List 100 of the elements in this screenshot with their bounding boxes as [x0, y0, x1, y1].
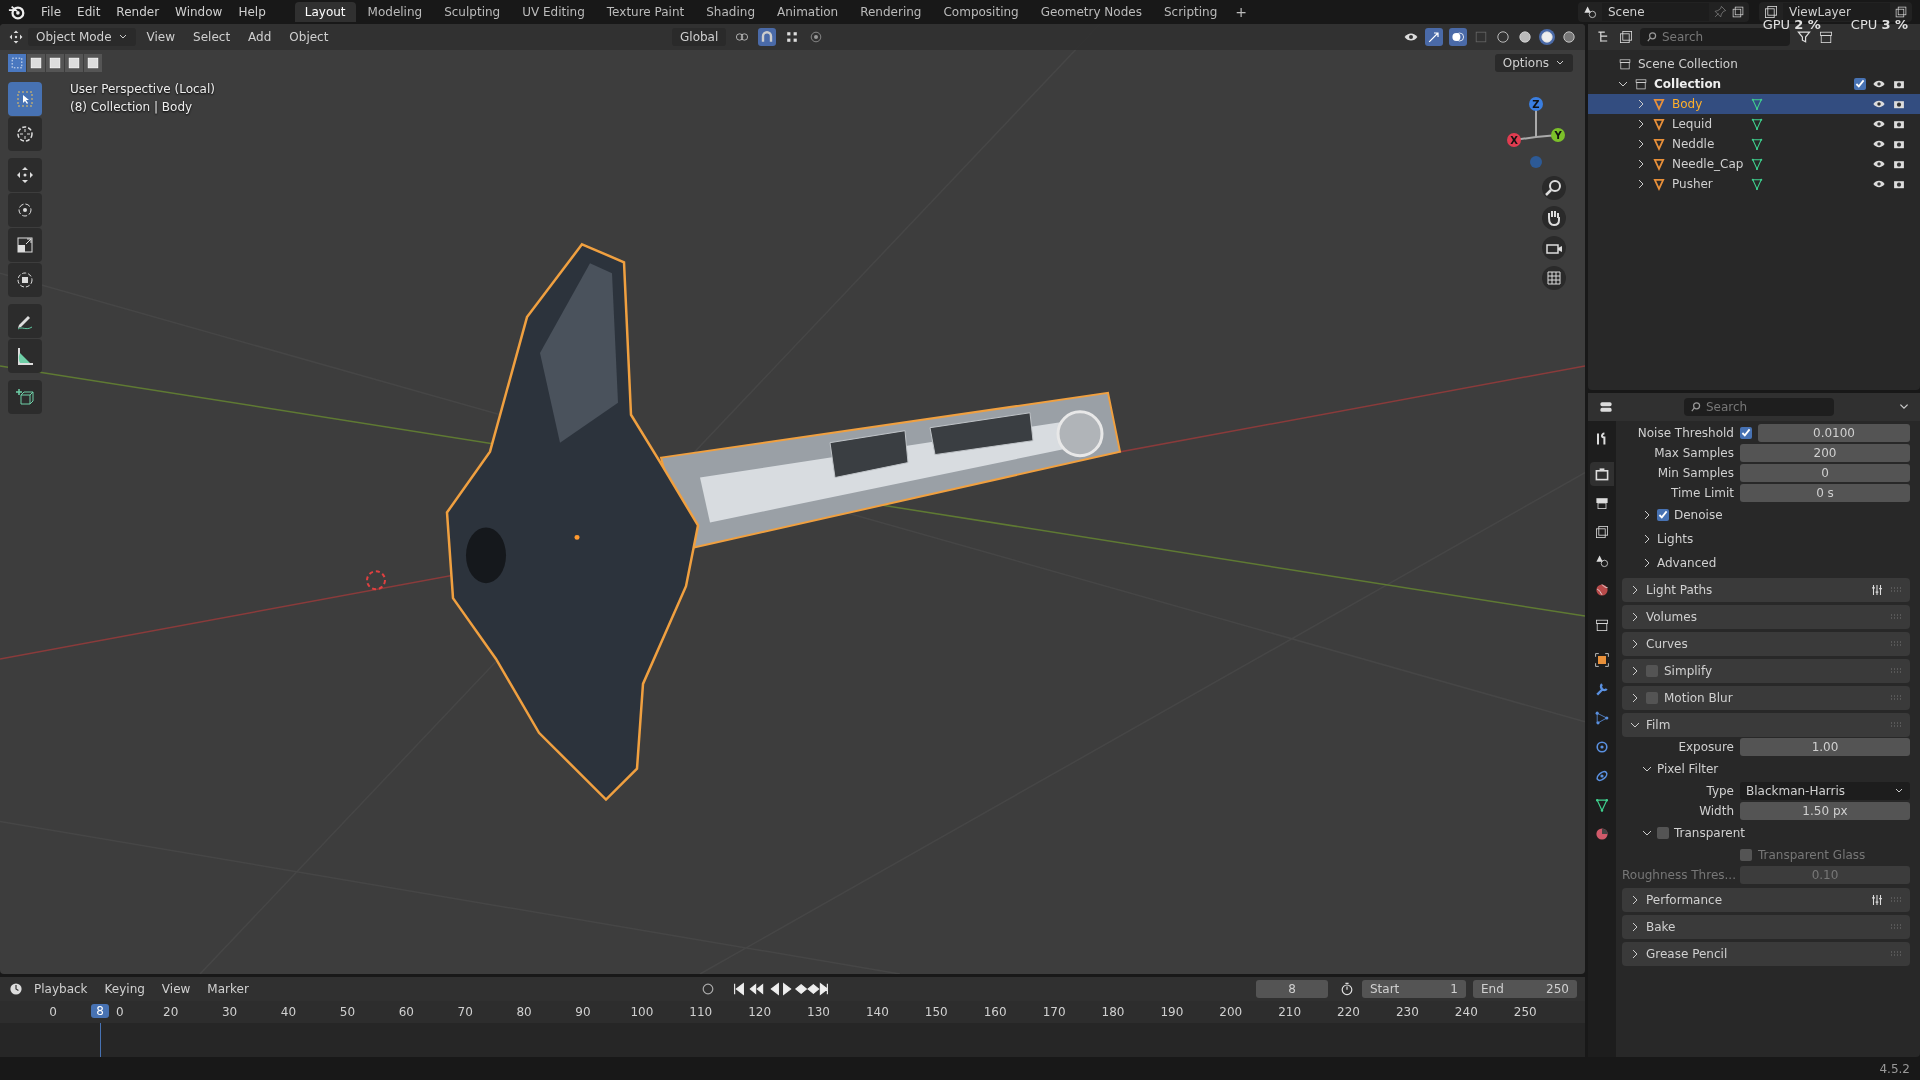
workspace-tab[interactable]: Geometry Nodes [1030, 2, 1152, 22]
copy-icon[interactable] [1894, 5, 1908, 19]
menu-item[interactable]: File [34, 3, 69, 21]
mesh-data-icon[interactable] [1750, 177, 1764, 191]
search-field[interactable]: Search [1640, 28, 1790, 46]
record-icon[interactable] [700, 981, 716, 997]
subpanel-title[interactable]: Advanced [1657, 556, 1717, 570]
properties-tab[interactable] [1590, 462, 1614, 486]
workspace-tab[interactable]: Sculpting [434, 2, 511, 22]
drag-grip-icon[interactable] [1890, 951, 1902, 957]
material-sphere-icon[interactable] [1539, 29, 1555, 45]
image-stack-icon[interactable] [1618, 29, 1634, 45]
menu-item[interactable]: Keying [97, 980, 152, 998]
start-frame-field[interactable]: Start 1 [1362, 980, 1466, 998]
drag-grip-icon[interactable] [1890, 614, 1902, 620]
menu-item[interactable]: Add [241, 28, 279, 46]
outliner-row[interactable]: Body [1588, 94, 1920, 114]
panel-header[interactable]: Volumes [1622, 605, 1910, 629]
tool-button[interactable] [8, 304, 42, 338]
menu-item[interactable]: Select [186, 28, 238, 46]
menu-item[interactable]: Object [282, 28, 336, 46]
rendered-sphere-icon[interactable] [1561, 29, 1577, 45]
menu-item[interactable]: Marker [200, 980, 256, 998]
workspace-tab[interactable]: Animation [767, 2, 849, 22]
mesh-data-icon[interactable] [1750, 97, 1764, 111]
clock-icon[interactable] [8, 981, 24, 997]
menu-item[interactable]: Help [231, 3, 273, 21]
drag-grip-icon[interactable] [1890, 722, 1902, 728]
workspace-tab[interactable]: Shading [696, 2, 765, 22]
panel-header[interactable]: Curves [1622, 632, 1910, 656]
image-stack-icon[interactable] [1763, 4, 1779, 20]
tool-button[interactable] [8, 339, 42, 373]
subpanel-title[interactable]: Lights [1657, 532, 1694, 546]
new-collection-icon[interactable] [1818, 29, 1834, 45]
tool-button[interactable] [8, 380, 42, 414]
number-field[interactable]: 1.50 px [1740, 802, 1910, 820]
presets-icon[interactable] [1870, 583, 1884, 597]
workspace-tab[interactable]: Rendering [850, 2, 932, 22]
mesh-data-icon[interactable] [1750, 157, 1764, 171]
drag-grip-icon[interactable] [1890, 587, 1902, 593]
workspace-tab[interactable]: Compositing [933, 2, 1029, 22]
workspace-tab[interactable]: Layout [294, 2, 356, 22]
orientation-dropdown[interactable]: Global [672, 28, 727, 46]
drag-grip-icon[interactable] [1890, 641, 1902, 647]
menu-item[interactable]: View [154, 980, 198, 998]
outliner-row[interactable]: Lequid [1588, 114, 1920, 134]
number-field[interactable]: 200 [1740, 444, 1910, 462]
outliner-row[interactable]: Pusher [1588, 174, 1920, 194]
overlays-icon[interactable] [1449, 28, 1467, 46]
checkbox[interactable] [1646, 665, 1658, 677]
checkbox[interactable] [1646, 692, 1658, 704]
collection-label[interactable]: Collection [1654, 77, 1722, 91]
checkbox[interactable] [1657, 827, 1669, 839]
tool-button[interactable] [8, 193, 42, 227]
drag-grip-icon[interactable] [1890, 668, 1902, 674]
drag-grip-icon[interactable] [1890, 897, 1902, 903]
menu-item[interactable]: Edit [70, 3, 108, 21]
number-field[interactable]: 0.0100 [1758, 424, 1910, 442]
stopwatch-icon[interactable] [1339, 981, 1355, 997]
panel-header[interactable]: Light Paths [1622, 578, 1910, 602]
copy-icon[interactable] [1731, 5, 1745, 19]
mode-dropdown[interactable]: Object Mode [28, 28, 136, 46]
checkbox[interactable] [1740, 427, 1752, 439]
current-frame-field[interactable]: 8 [1256, 980, 1328, 998]
wireframe-sphere-icon[interactable] [1495, 29, 1511, 45]
workspace-tab[interactable]: UV Editing [512, 2, 595, 22]
checkbox[interactable] [1657, 509, 1669, 521]
workspace-tab[interactable]: Scripting [1153, 2, 1228, 22]
tool-button[interactable] [8, 228, 42, 262]
selection-mode-icon[interactable] [46, 54, 64, 72]
menu-item[interactable]: Render [109, 3, 167, 21]
drag-grip-icon[interactable] [1890, 695, 1902, 701]
magnet-icon[interactable] [758, 28, 777, 46]
presets-icon[interactable] [1870, 893, 1884, 907]
search-field[interactable]: Search [1684, 398, 1834, 416]
axis-gizmo[interactable]: Z X Y [1501, 92, 1571, 172]
scene-selector[interactable]: Scene [1602, 3, 1709, 21]
mesh-data-icon[interactable] [1750, 137, 1764, 151]
gizmo-toggle-icon[interactable] [1425, 28, 1443, 46]
add-workspace-button[interactable]: + [1229, 4, 1254, 20]
menu-item[interactable]: Window [168, 3, 230, 21]
editor-type-icon[interactable] [1598, 399, 1614, 415]
exclude-checkbox[interactable] [1854, 78, 1866, 90]
outliner-row[interactable]: Neddle [1588, 134, 1920, 154]
panel-header[interactable]: Bake [1622, 915, 1910, 939]
panel-header[interactable]: Motion Blur [1622, 686, 1910, 710]
number-field[interactable]: 0 s [1740, 484, 1910, 502]
outliner-row[interactable]: Needle_Cap [1588, 154, 1920, 174]
panel-header[interactable]: Grease Pencil [1622, 942, 1910, 966]
panel-header[interactable]: Film [1622, 713, 1910, 737]
subpanel-title[interactable]: Pixel Filter [1657, 762, 1719, 776]
filter-icon[interactable] [1796, 29, 1812, 45]
type-dropdown[interactable]: Blackman-Harris [1740, 782, 1910, 800]
workspace-tab[interactable]: Texture Paint [596, 2, 695, 22]
playhead-marker[interactable]: 8 [91, 1004, 110, 1018]
menu-item[interactable]: Playback [27, 980, 95, 998]
number-field[interactable]: 0 [1740, 464, 1910, 482]
end-frame-field[interactable]: End 250 [1473, 980, 1577, 998]
menu-item[interactable]: View [139, 28, 183, 46]
panel-header[interactable]: Performance [1622, 888, 1910, 912]
